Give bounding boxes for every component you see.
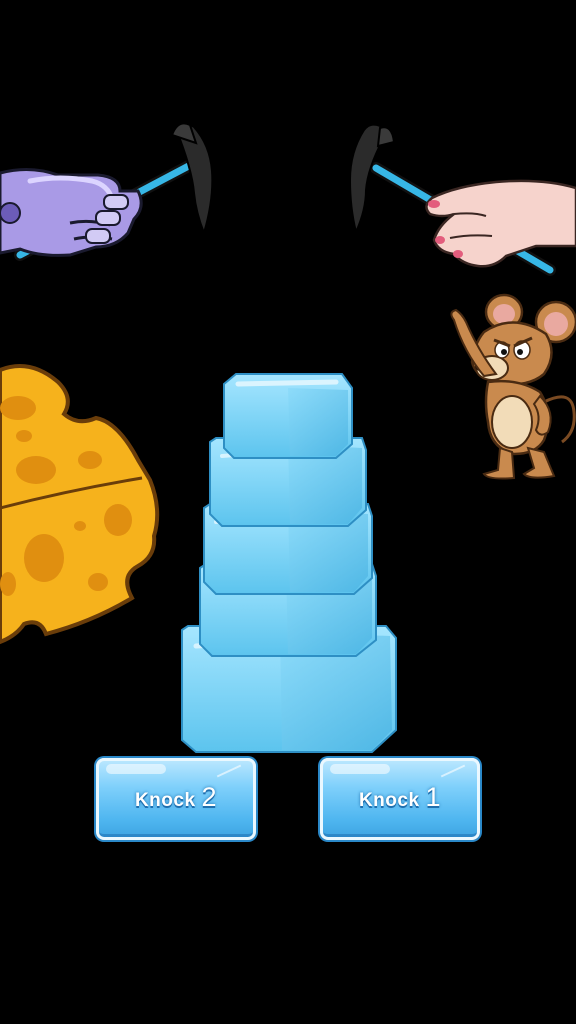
knock-1-label: Knock 1 — [320, 782, 480, 813]
ice-tower — [181, 373, 397, 753]
mouse-character-icon — [450, 293, 576, 480]
game-stage: Knock 2 Knock 1 — [0, 0, 576, 1024]
knock-text: Knock — [358, 790, 420, 811]
knock-number: 2 — [201, 782, 218, 812]
cheese-icon — [0, 364, 160, 645]
ice-block-1 — [223, 373, 353, 459]
knock-2-button[interactable]: Knock 2 — [96, 758, 256, 840]
human-hand-ice-pick-icon — [348, 123, 576, 276]
robot-hand-ice-pick-icon — [0, 122, 214, 261]
knock-2-label: Knock 2 — [96, 782, 256, 813]
knock-number: 1 — [425, 782, 442, 812]
knock-text: Knock — [134, 790, 196, 811]
knock-1-button[interactable]: Knock 1 — [320, 758, 480, 840]
